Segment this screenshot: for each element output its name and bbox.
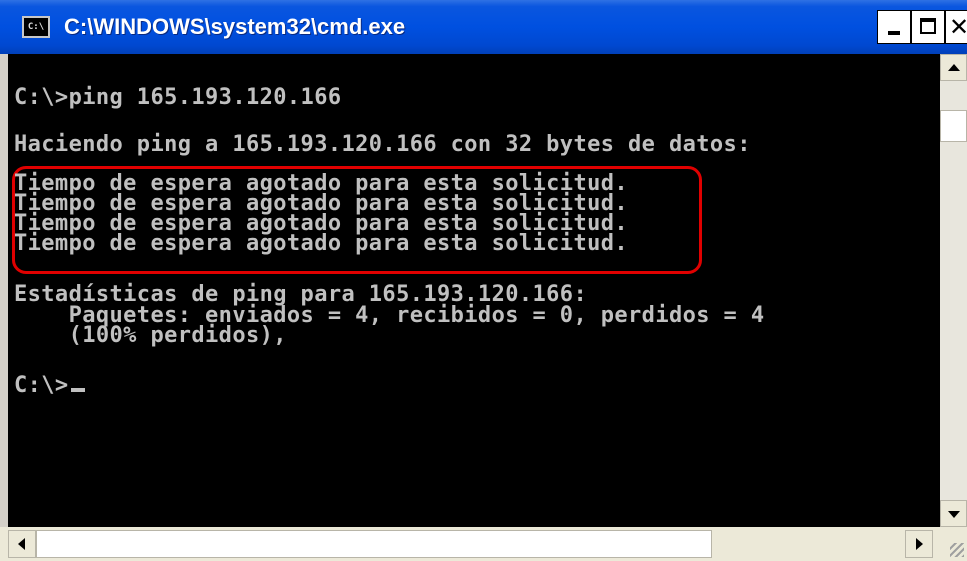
console-line-prompt[interactable]: C:\>: [14, 373, 85, 398]
console-line-stats-loss: (100% perdidos),: [14, 323, 287, 348]
console-line-stats-header: Estadísticas de ping para 165.193.120.16…: [14, 282, 588, 307]
scroll-up-button[interactable]: [940, 54, 967, 81]
maximize-button[interactable]: [911, 10, 945, 44]
cmd-window: C:\ C:\WINDOWS\system32\cmd.exe ✕ C:\>pi…: [0, 0, 967, 561]
console-output[interactable]: C:\>ping 165.193.120.166 Haciendo ping a…: [0, 54, 940, 527]
vertical-scrollbar[interactable]: [940, 54, 967, 527]
vertical-scroll-thumb[interactable]: [940, 110, 967, 142]
scroll-left-arrow-icon: [18, 538, 25, 550]
title-bar[interactable]: C:\ C:\WINDOWS\system32\cmd.exe ✕: [0, 0, 967, 54]
console-line-timeout-4: Tiempo de espera agotado para esta solic…: [14, 231, 629, 256]
scroll-up-arrow-icon: [948, 64, 960, 71]
close-button[interactable]: ✕: [945, 10, 967, 44]
scroll-right-button[interactable]: [905, 530, 933, 558]
console-line-ping-header: Haciendo ping a 165.193.120.166 con 32 b…: [14, 132, 751, 157]
horizontal-scroll-thumb[interactable]: [36, 530, 712, 558]
scroll-down-button[interactable]: [940, 500, 967, 527]
scroll-down-arrow-icon: [948, 511, 960, 518]
close-icon: ✕: [949, 13, 967, 41]
cmd-console-icon[interactable]: C:\: [22, 16, 50, 38]
text-cursor: [70, 388, 85, 392]
resize-grip-icon[interactable]: [940, 527, 967, 561]
console-line-command: C:\>ping 165.193.120.166: [14, 85, 342, 110]
prompt-text: C:\>: [14, 373, 69, 398]
scroll-right-arrow-icon: [916, 538, 923, 550]
window-title: C:\WINDOWS\system32\cmd.exe: [64, 14, 406, 39]
horizontal-scrollbar[interactable]: [0, 527, 940, 561]
scroll-left-button[interactable]: [8, 530, 36, 558]
minimize-button[interactable]: [877, 10, 911, 44]
